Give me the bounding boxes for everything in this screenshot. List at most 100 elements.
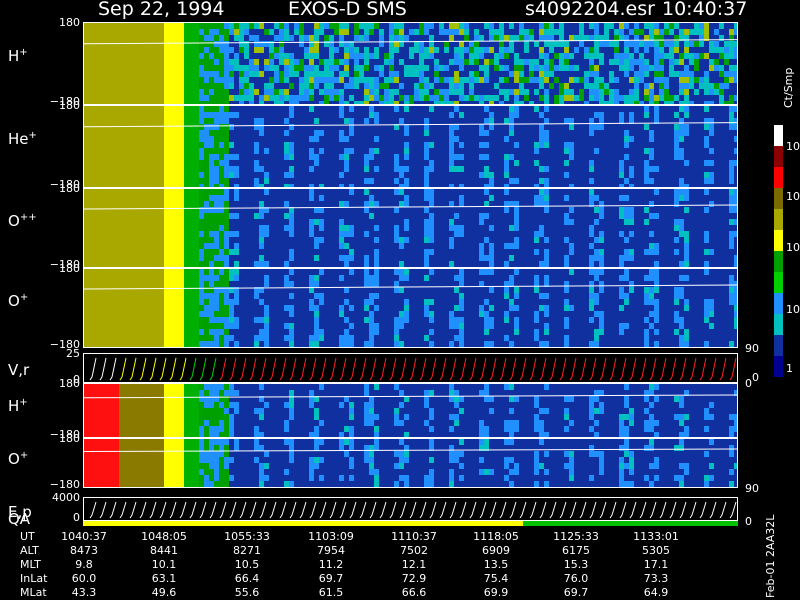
spectrogram-cell (684, 124, 689, 130)
spectrogram-cell (134, 293, 139, 299)
spectrogram-cell (609, 47, 614, 53)
spectrogram-cell (99, 249, 104, 255)
spectrogram-cell (234, 154, 239, 160)
spectrogram-cell (99, 77, 104, 83)
spectrogram-cell (524, 65, 529, 71)
spectrogram-cell (259, 347, 264, 348)
spectrogram-cell (374, 329, 379, 335)
spectrogram-cell (319, 71, 324, 77)
spectrogram-cell (679, 148, 684, 154)
spectrogram-cell (699, 23, 704, 29)
spectrogram-cell (94, 213, 99, 219)
spectrogram-cell (169, 83, 174, 89)
spectrogram-cell (734, 59, 737, 65)
spectrogram-cell (569, 41, 574, 47)
spectrogram-cell (489, 243, 494, 249)
spectrogram-cell (344, 95, 349, 101)
spectrogram-cell (574, 35, 579, 41)
spectrogram-cell (159, 457, 164, 463)
spectrogram-cell (249, 83, 254, 89)
spectrogram-cell (539, 261, 544, 267)
spectrogram-cell (214, 35, 219, 41)
spectrogram-cell (519, 65, 524, 71)
spectrogram-cell (104, 420, 109, 426)
spectrogram-cell (649, 59, 654, 65)
spectrogram-cell (309, 335, 314, 341)
spectrogram-cell (459, 269, 464, 275)
spectrogram-cell (189, 160, 194, 166)
spectrogram-cell (304, 65, 309, 71)
spectrogram-cell (484, 396, 489, 402)
spectrogram-cell (564, 172, 569, 178)
spectrogram-cell (114, 299, 119, 305)
spectrogram-cell (229, 71, 234, 77)
spectrogram-cell (339, 83, 344, 89)
spectrogram-cell (609, 77, 614, 83)
spectrogram-cell (379, 59, 384, 65)
spectrogram-cell (209, 106, 214, 112)
spectrogram-cell (104, 255, 109, 261)
spectrogram-cell (114, 166, 119, 172)
spectrogram-cell (169, 130, 174, 136)
spectrogram-cell (329, 23, 334, 29)
spectrogram-cell (199, 142, 204, 148)
spectrogram-cell (139, 408, 144, 414)
spectrogram-cell (119, 390, 124, 396)
spectrogram-cell (94, 112, 99, 118)
spectrogram-cell (399, 317, 404, 323)
spectrogram-cell (274, 29, 279, 35)
spectrogram-cell (149, 323, 154, 329)
spectrogram-cell (644, 207, 649, 213)
spectrogram-cell (349, 255, 354, 261)
spectrogram-cell (289, 457, 294, 463)
spectrogram-cell (619, 207, 624, 213)
spectrogram-cell (209, 83, 214, 89)
spectrogram-cell (84, 47, 89, 53)
spectrogram-cell (594, 341, 599, 347)
spectrogram-cell (479, 89, 484, 95)
spectrogram-cell (534, 311, 539, 317)
spectrogram-cell (159, 53, 164, 59)
spectrogram-cell (549, 83, 554, 89)
spectrogram-cell (94, 445, 99, 451)
spectrogram-cell (84, 130, 89, 136)
spectrogram-cell (234, 77, 239, 83)
spectrogram-cell (159, 269, 164, 275)
spectrogram-cell (139, 414, 144, 420)
spectrogram-cell (404, 269, 409, 275)
spectrogram-cell (199, 124, 204, 130)
spectrogram-cell (504, 136, 509, 142)
spectrogram-cell (459, 293, 464, 299)
spectrogram-cell (439, 29, 444, 35)
spectrogram-cell (114, 178, 119, 184)
spectrogram-cell (134, 451, 139, 457)
spectrogram-cell (169, 481, 174, 487)
spectrogram-cell (129, 195, 134, 201)
spectrogram-cell (119, 77, 124, 83)
spectrogram-cell (544, 311, 549, 317)
spectrogram-cell (544, 71, 549, 77)
spectrogram-cell (94, 178, 99, 184)
spectrogram-cell (199, 41, 204, 47)
spectrogram-cell (164, 402, 169, 408)
spectrogram-cell (609, 23, 614, 29)
spectrogram-cell (259, 299, 264, 305)
spectrogram-cell (549, 71, 554, 77)
spectrogram-cell (409, 59, 414, 65)
spectrogram-cell (134, 457, 139, 463)
spectrogram-cell (219, 154, 224, 160)
spectrogram-cell (404, 457, 409, 463)
spectrogram-cell (84, 329, 89, 335)
spectrogram-cell (254, 341, 259, 347)
spectrogram-cell (194, 237, 199, 243)
spectrogram-cell (494, 29, 499, 35)
spectrogram-cell (404, 59, 409, 65)
spectrogram-cell (329, 95, 334, 101)
spectrogram-cell (224, 83, 229, 89)
spectrogram-cell (214, 160, 219, 166)
spectrogram-cell (644, 299, 649, 305)
spectrogram-cell (259, 481, 264, 487)
spectrogram-cell (169, 213, 174, 219)
spectrogram-cell (729, 207, 734, 213)
spectrogram-cell (119, 293, 124, 299)
